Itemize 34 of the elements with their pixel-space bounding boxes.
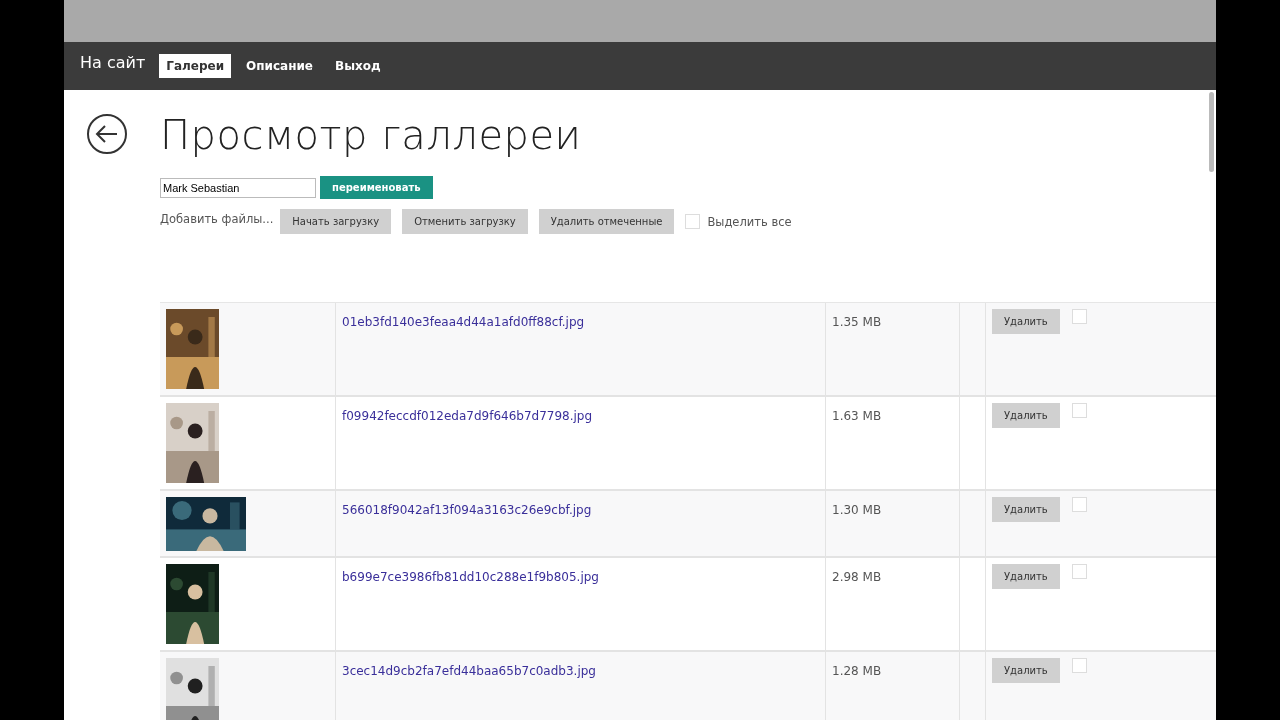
scrollbar[interactable] [1209, 92, 1214, 172]
nav-tab[interactable]: Описание [239, 54, 320, 78]
delete-button[interactable]: Удалить [992, 497, 1060, 522]
file-link[interactable]: 01eb3fd140e3feaa4d44a1afd0ff88cf.jpg [342, 315, 585, 329]
delete-button[interactable]: Удалить [992, 564, 1060, 589]
row-checkbox[interactable] [1071, 403, 1087, 418]
select-all-label: Выделить все [707, 214, 792, 229]
row-checkbox[interactable] [1071, 497, 1087, 512]
rename-button[interactable]: переименовать [320, 176, 433, 199]
file-size: 1.63 MB [832, 409, 882, 423]
toolbar-button[interactable]: Удалить отмеченные [538, 209, 675, 234]
toolbar-button[interactable]: Отменить загрузку [402, 209, 528, 234]
page-title: Просмотр галлереи [160, 112, 582, 158]
delete-button[interactable]: Удалить [992, 658, 1060, 683]
nav-tab[interactable]: Галереи [159, 54, 232, 78]
file-link[interactable]: 3cec14d9cb2fa7efd44baa65b7c0adb3.jpg [342, 664, 596, 678]
file-size: 1.28 MB [832, 664, 882, 678]
delete-button[interactable]: Удалить [992, 309, 1060, 334]
site-link[interactable]: На сайт [80, 52, 146, 72]
file-link[interactable]: f09942feccdf012eda7d9f646b7d7798.jpg [342, 409, 593, 423]
file-size: 1.30 MB [832, 503, 882, 517]
row-checkbox[interactable] [1071, 564, 1087, 579]
row-checkbox[interactable] [1071, 658, 1087, 673]
file-link[interactable]: 566018f9042af13f094a3163c26e9cbf.jpg [342, 503, 592, 517]
add-files-link[interactable]: Добавить файлы... [160, 211, 274, 226]
delete-button[interactable]: Удалить [992, 403, 1060, 428]
file-size: 1.35 MB [832, 315, 882, 329]
row-checkbox[interactable] [1071, 309, 1087, 324]
file-size: 2.98 MB [832, 570, 882, 584]
toolbar-button[interactable]: Начать загрузку [280, 209, 392, 234]
select-all-checkbox[interactable] [685, 214, 701, 229]
nav-tab[interactable]: Выход [328, 54, 388, 78]
gallery-name-field[interactable]: Mark Sebastian [160, 177, 316, 198]
file-link[interactable]: b699e7ce3986fb81dd10c288e1f9b805.jpg [342, 570, 599, 584]
